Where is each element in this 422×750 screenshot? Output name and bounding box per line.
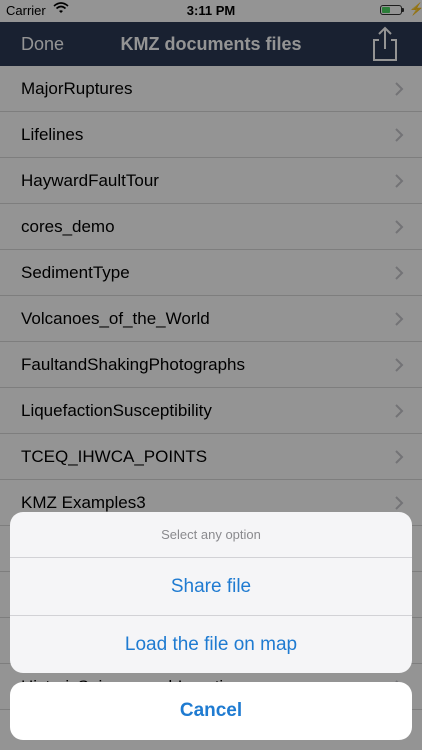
action-sheet-title: Select any option bbox=[10, 512, 412, 558]
action-sheet: Select any option Share file Load the fi… bbox=[10, 512, 412, 673]
share-file-button[interactable]: Share file bbox=[10, 558, 412, 616]
cancel-button[interactable]: Cancel bbox=[10, 682, 412, 740]
load-on-map-button[interactable]: Load the file on map bbox=[10, 616, 412, 673]
